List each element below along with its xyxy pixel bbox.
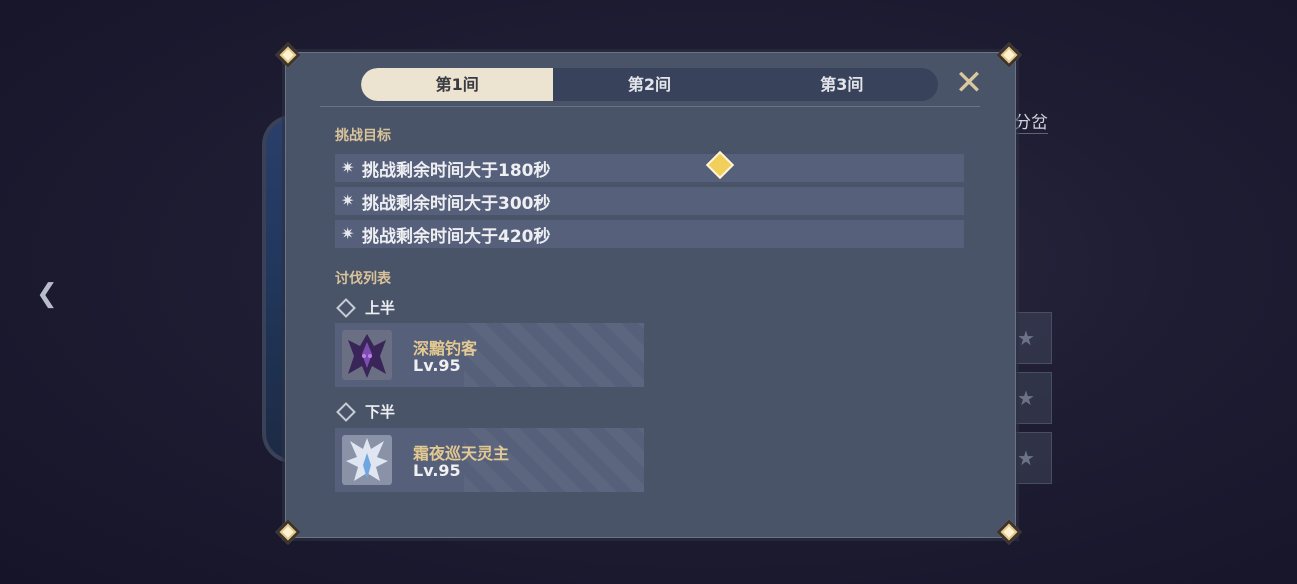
divider bbox=[320, 106, 980, 107]
tab-chamber-3[interactable]: 第3间 bbox=[746, 68, 938, 101]
tab-chamber-2[interactable]: 第2间 bbox=[553, 68, 745, 101]
challenge-goals-title: 挑战目标 bbox=[335, 128, 391, 144]
goal-row: ✷ 挑战剩余时间大于300秒 bbox=[335, 187, 964, 215]
tab-chamber-1[interactable]: 第1间 bbox=[361, 68, 554, 101]
enemy-card[interactable]: 霜夜巡天灵主 Lv.95 bbox=[335, 428, 644, 492]
enemy-portrait bbox=[342, 435, 392, 485]
star-badge-icon: ✷ bbox=[341, 224, 355, 243]
first-half-label: 上半 bbox=[336, 297, 395, 318]
star-badge-icon: ✷ bbox=[341, 191, 355, 210]
goal-text: 挑战剩余时间大于300秒 bbox=[362, 193, 551, 214]
goal-text: 挑战剩余时间大于420秒 bbox=[362, 226, 551, 247]
diamond-icon bbox=[336, 401, 356, 422]
enemy-list-title: 讨伐列表 bbox=[335, 271, 391, 287]
back-chevron-icon[interactable]: ❮ bbox=[36, 280, 60, 308]
enemy-portrait bbox=[342, 330, 392, 380]
enemy-card[interactable]: 深黯钓客 Lv.95 bbox=[335, 323, 644, 387]
goal-row: ✷ 挑战剩余时间大于180秒 bbox=[335, 154, 964, 182]
enemy-level: Lv.95 bbox=[413, 356, 461, 375]
diamond-icon bbox=[336, 297, 356, 318]
background-side-label: 分岔 bbox=[1014, 108, 1048, 134]
goal-text: 挑战剩余时间大于180秒 bbox=[362, 160, 551, 181]
second-half-label: 下半 bbox=[336, 401, 395, 422]
close-icon[interactable]: ✕ bbox=[954, 66, 984, 100]
chamber-tabs: 第1间 第2间 第3间 bbox=[361, 68, 938, 101]
star-badge-icon: ✷ bbox=[341, 158, 355, 177]
goal-row: ✷ 挑战剩余时间大于420秒 bbox=[335, 220, 964, 248]
enemy-level: Lv.95 bbox=[413, 461, 461, 480]
